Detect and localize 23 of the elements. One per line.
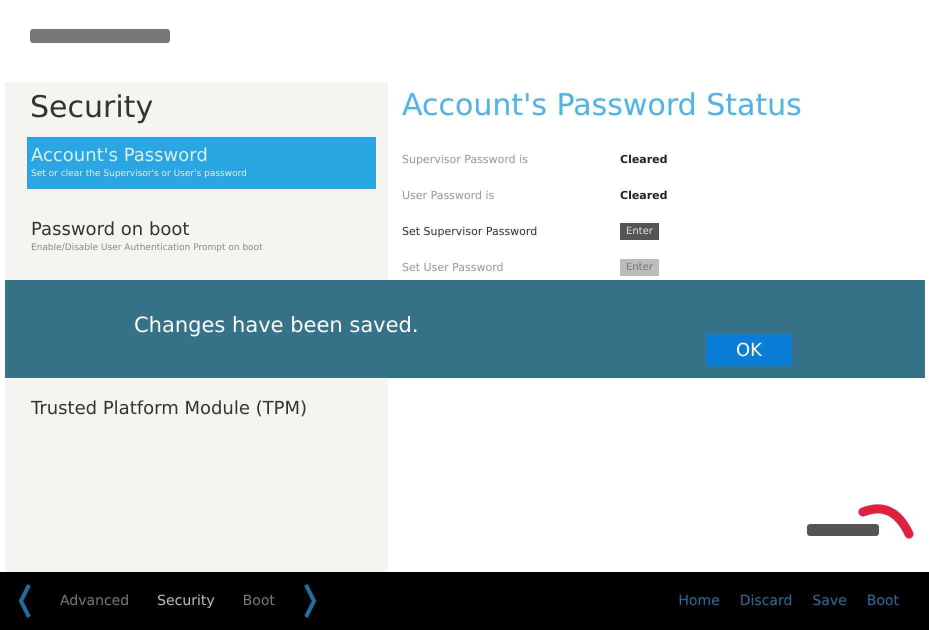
menu-item[interactable]: Trusted Platform Module (TPM): [27, 390, 376, 429]
message-text: Changes have been saved.: [134, 313, 419, 337]
field-label: Set Supervisor Password: [402, 224, 538, 238]
field-value: Cleared: [620, 188, 668, 202]
enter-button[interactable]: Enter: [620, 222, 659, 240]
chevron-right-icon[interactable]: [302, 583, 317, 619]
footer-link[interactable]: Home: [678, 593, 720, 609]
footer-link[interactable]: Boot: [866, 593, 899, 609]
footer-tab[interactable]: Advanced: [60, 593, 130, 609]
field-label: Set User Password: [402, 260, 505, 274]
footer-tab[interactable]: Boot: [242, 593, 275, 609]
footer-tab[interactable]: Security: [157, 593, 215, 609]
field-label: Supervisor Password is: [402, 152, 529, 166]
field-value: Cleared: [620, 152, 668, 166]
panel-title: Account's Password Status: [402, 88, 803, 123]
footer-link[interactable]: Discard: [740, 593, 792, 609]
menu-item[interactable]: Password on boot Enable/Disable User Authentication Prompt on boot: [27, 211, 376, 263]
chevron-left-icon[interactable]: [18, 583, 32, 619]
section-title: Security: [30, 90, 154, 125]
ok-button[interactable]: OK: [706, 334, 792, 366]
field-label: User Password is: [402, 188, 496, 202]
footer-link[interactable]: Save: [812, 593, 847, 609]
menu-item[interactable]: Account's Password Set or clear the Supervisor's or User's password: [27, 137, 376, 189]
